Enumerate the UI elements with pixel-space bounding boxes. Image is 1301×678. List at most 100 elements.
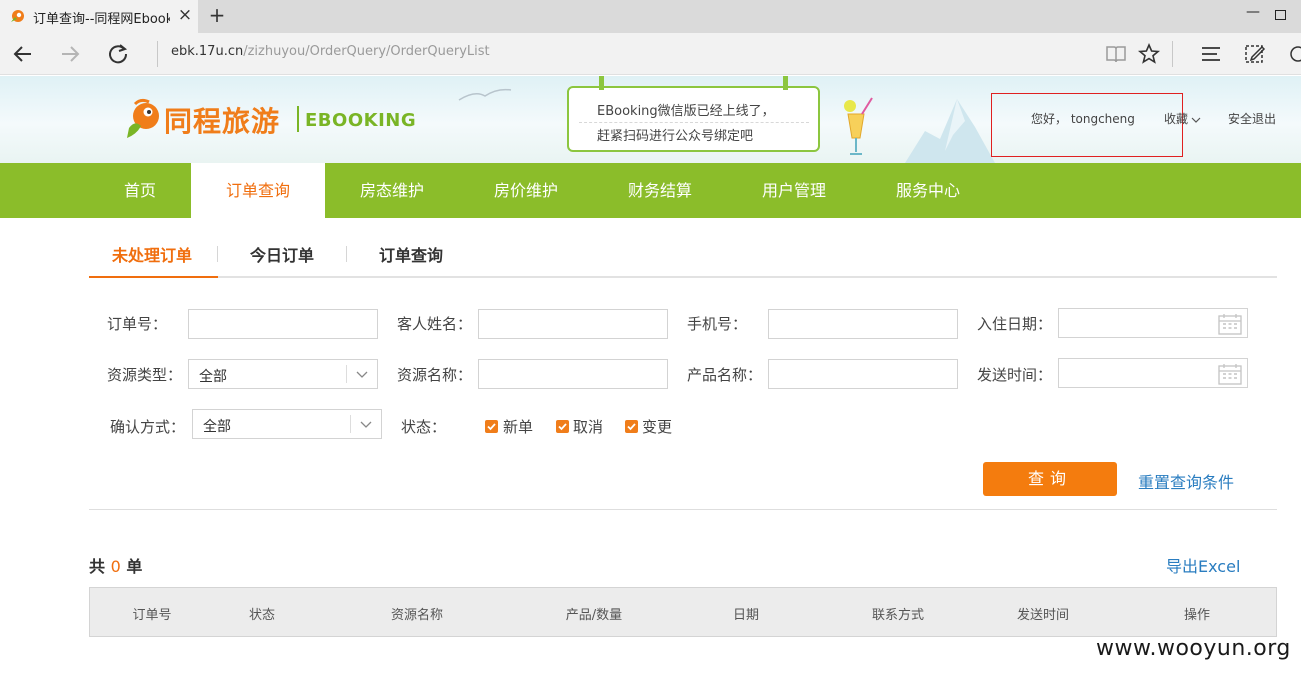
order-no-label: 订单号： xyxy=(107,315,168,333)
status-change-checkbox[interactable] xyxy=(625,420,638,433)
tongcheng-logo-icon xyxy=(127,98,159,138)
subtab-order-query[interactable]: 订单查询 xyxy=(379,242,443,266)
notice-divider xyxy=(579,122,809,123)
select-separator xyxy=(350,415,351,433)
resource-name-label: 资源名称： xyxy=(397,366,473,384)
status-new-checkbox[interactable] xyxy=(485,420,498,433)
nav-item-home[interactable]: 首页 xyxy=(89,163,191,218)
subtab-separator xyxy=(346,246,347,262)
status-change-label: 变更 xyxy=(642,418,673,436)
export-excel-link[interactable]: 导出Excel xyxy=(1166,553,1240,577)
column-header-date: 日期 xyxy=(732,608,760,623)
product-name-input[interactable] xyxy=(768,359,958,389)
query-button[interactable]: 查询 xyxy=(983,462,1117,496)
active-subtab-underline xyxy=(89,276,218,278)
web-note-icon[interactable] xyxy=(1243,42,1267,66)
tongcheng-favicon-icon xyxy=(11,10,24,22)
order-total: 共 0 单 xyxy=(89,553,142,577)
column-header-status: 状态 xyxy=(248,608,276,623)
watermark: www.wooyun.org xyxy=(1096,636,1291,661)
main-nav: 首页 订单查询 房态维护 房价维护 财务结算 用户管理 服务中心 xyxy=(0,163,1301,218)
calendar-icon[interactable] xyxy=(1218,363,1242,385)
site-header: 同程旅游 EBOOKING EBooking微信版已经上线了， 赶紧扫码进行公众… xyxy=(0,76,1301,163)
column-header-resource-name: 资源名称 xyxy=(390,608,444,623)
reading-view-icon[interactable] xyxy=(1104,42,1128,66)
new-tab-icon[interactable]: + xyxy=(206,3,228,27)
nav-item-room-status[interactable]: 房态维护 xyxy=(325,163,459,218)
nav-item-order-query[interactable]: 订单查询 xyxy=(191,163,325,218)
guest-name-input[interactable] xyxy=(478,309,668,339)
select-separator xyxy=(346,365,347,383)
order-no-input[interactable] xyxy=(188,309,378,339)
address-separator xyxy=(157,41,158,67)
user-greeting: 您好， tongcheng xyxy=(1031,112,1135,126)
confirm-method-select[interactable]: 全部 xyxy=(192,409,382,439)
total-prefix: 共 xyxy=(89,557,106,576)
browser-tab-title: 订单查询--同程网Ebooking xyxy=(33,12,170,27)
back-arrow-icon[interactable] xyxy=(10,41,36,67)
send-time-input[interactable] xyxy=(1058,358,1248,388)
favorites-menu[interactable]: 收藏 xyxy=(1164,110,1201,127)
logo-text: 同程旅游 xyxy=(164,105,281,138)
total-count: 0 xyxy=(110,557,121,576)
phone-input[interactable] xyxy=(768,309,958,339)
resource-type-select[interactable]: 全部 xyxy=(188,359,378,389)
nav-item-room-price[interactable]: 房价维护 xyxy=(459,163,593,218)
hub-menu-icon[interactable] xyxy=(1199,42,1223,66)
orders-table-header: 订单号 状态 资源名称 产品/数量 日期 联系方式 发送时间 操作 xyxy=(89,587,1277,637)
url-field[interactable]: ebk.17u.cn/zizhuyou/OrderQuery/OrderQuer… xyxy=(171,44,490,59)
checkin-date-label: 入住日期： xyxy=(977,315,1053,333)
nav-item-finance[interactable]: 财务结算 xyxy=(593,163,727,218)
share-icon[interactable] xyxy=(1286,42,1301,66)
status-cancel-checkbox[interactable] xyxy=(556,420,569,433)
column-header-actions: 操作 xyxy=(1183,608,1211,623)
minimize-window-icon[interactable]: — xyxy=(1246,4,1260,20)
favorite-star-icon[interactable] xyxy=(1137,42,1161,66)
chevron-down-icon xyxy=(1191,117,1201,123)
chevron-down-icon xyxy=(360,421,372,428)
status-label: 状态： xyxy=(401,418,447,436)
resource-type-label: 资源类型： xyxy=(107,366,183,384)
reset-query-link[interactable]: 重置查询条件 xyxy=(1138,469,1234,493)
nav-item-user-management[interactable]: 用户管理 xyxy=(727,163,861,218)
subtab-unprocessed-orders[interactable]: 未处理订单 xyxy=(112,242,192,266)
site-logo[interactable]: 同程旅游 EBOOKING xyxy=(121,96,421,144)
column-header-product-quantity: 产品/数量 xyxy=(565,608,623,623)
phone-label: 手机号： xyxy=(687,315,748,333)
browser-tab[interactable]: 订单查询--同程网Ebooking × xyxy=(0,0,198,33)
status-cancel-label: 取消 xyxy=(573,418,604,436)
column-header-send-time: 发送时间 xyxy=(1016,608,1070,623)
toolbar-separator xyxy=(1172,41,1173,67)
wechat-notice-board: EBooking微信版已经上线了， 赶紧扫码进行公众号绑定吧 xyxy=(567,76,820,152)
checkin-date-input[interactable] xyxy=(1058,308,1248,338)
subtab-today-orders[interactable]: 今日订单 xyxy=(250,242,314,266)
subtab-separator xyxy=(217,246,218,262)
logout-link[interactable]: 安全退出 xyxy=(1228,110,1276,127)
notice-line-1: EBooking微信版已经上线了， xyxy=(597,104,775,119)
maximize-window-icon[interactable] xyxy=(1275,10,1286,20)
product-name-label: 产品名称： xyxy=(687,366,763,384)
total-suffix: 单 xyxy=(126,557,143,576)
resource-name-input[interactable] xyxy=(478,359,668,389)
refresh-icon[interactable] xyxy=(105,41,131,67)
notice-line-2: 赶紧扫码进行公众号绑定吧 xyxy=(597,129,754,144)
form-divider xyxy=(89,509,1277,510)
guest-name-label: 客人姓名： xyxy=(397,315,473,333)
seagull-icon xyxy=(458,88,512,101)
browser-address-bar: ebk.17u.cn/zizhuyou/OrderQuery/OrderQuer… xyxy=(0,33,1301,75)
logo-divider xyxy=(297,106,299,132)
notice-hook-right xyxy=(783,76,788,90)
calendar-icon[interactable] xyxy=(1218,313,1242,335)
chevron-down-icon xyxy=(356,371,368,378)
column-header-order-no: 订单号 xyxy=(132,608,172,623)
notice-hook-left xyxy=(599,76,604,90)
status-new-label: 新单 xyxy=(503,418,534,436)
forward-arrow-icon[interactable] xyxy=(57,41,83,67)
logo-subtitle: EBOOKING xyxy=(305,110,417,131)
close-tab-icon[interactable]: × xyxy=(176,5,194,25)
column-header-contact: 联系方式 xyxy=(871,608,925,623)
checkmark-icon xyxy=(487,423,496,431)
send-time-label: 发送时间： xyxy=(977,366,1053,384)
nav-item-service-center[interactable]: 服务中心 xyxy=(861,163,995,218)
order-subtabs: 未处理订单 今日订单 订单查询 xyxy=(89,232,1277,278)
